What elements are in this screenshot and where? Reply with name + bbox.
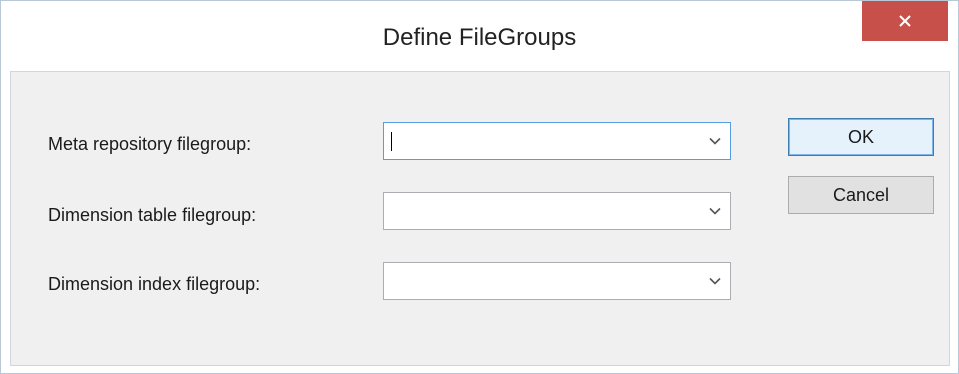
define-filegroups-dialog: Define FileGroups Meta repository filegr… [0, 0, 959, 374]
meta-repository-combobox[interactable] [383, 122, 731, 160]
meta-repository-label: Meta repository filegroup: [48, 134, 252, 154]
dimension-table-combobox[interactable] [383, 192, 731, 230]
text-caret [391, 132, 392, 151]
chevron-down-icon[interactable] [708, 274, 722, 288]
title-bar: Define FileGroups [1, 1, 958, 71]
dimension-index-combobox[interactable] [383, 262, 731, 300]
close-button[interactable] [862, 1, 948, 41]
dialog-body: Meta repository filegroup: Dimension tab… [10, 71, 950, 366]
dimension-table-label: Dimension table filegroup: [48, 205, 257, 225]
window-title: Define FileGroups [382, 24, 577, 51]
chevron-down-icon[interactable] [708, 204, 722, 218]
dimension-index-label: Dimension index filegroup: [48, 274, 261, 294]
close-icon [899, 15, 911, 27]
ok-button[interactable]: OK [788, 118, 934, 156]
cancel-button[interactable]: Cancel [788, 176, 934, 214]
chevron-down-icon[interactable] [708, 134, 722, 148]
